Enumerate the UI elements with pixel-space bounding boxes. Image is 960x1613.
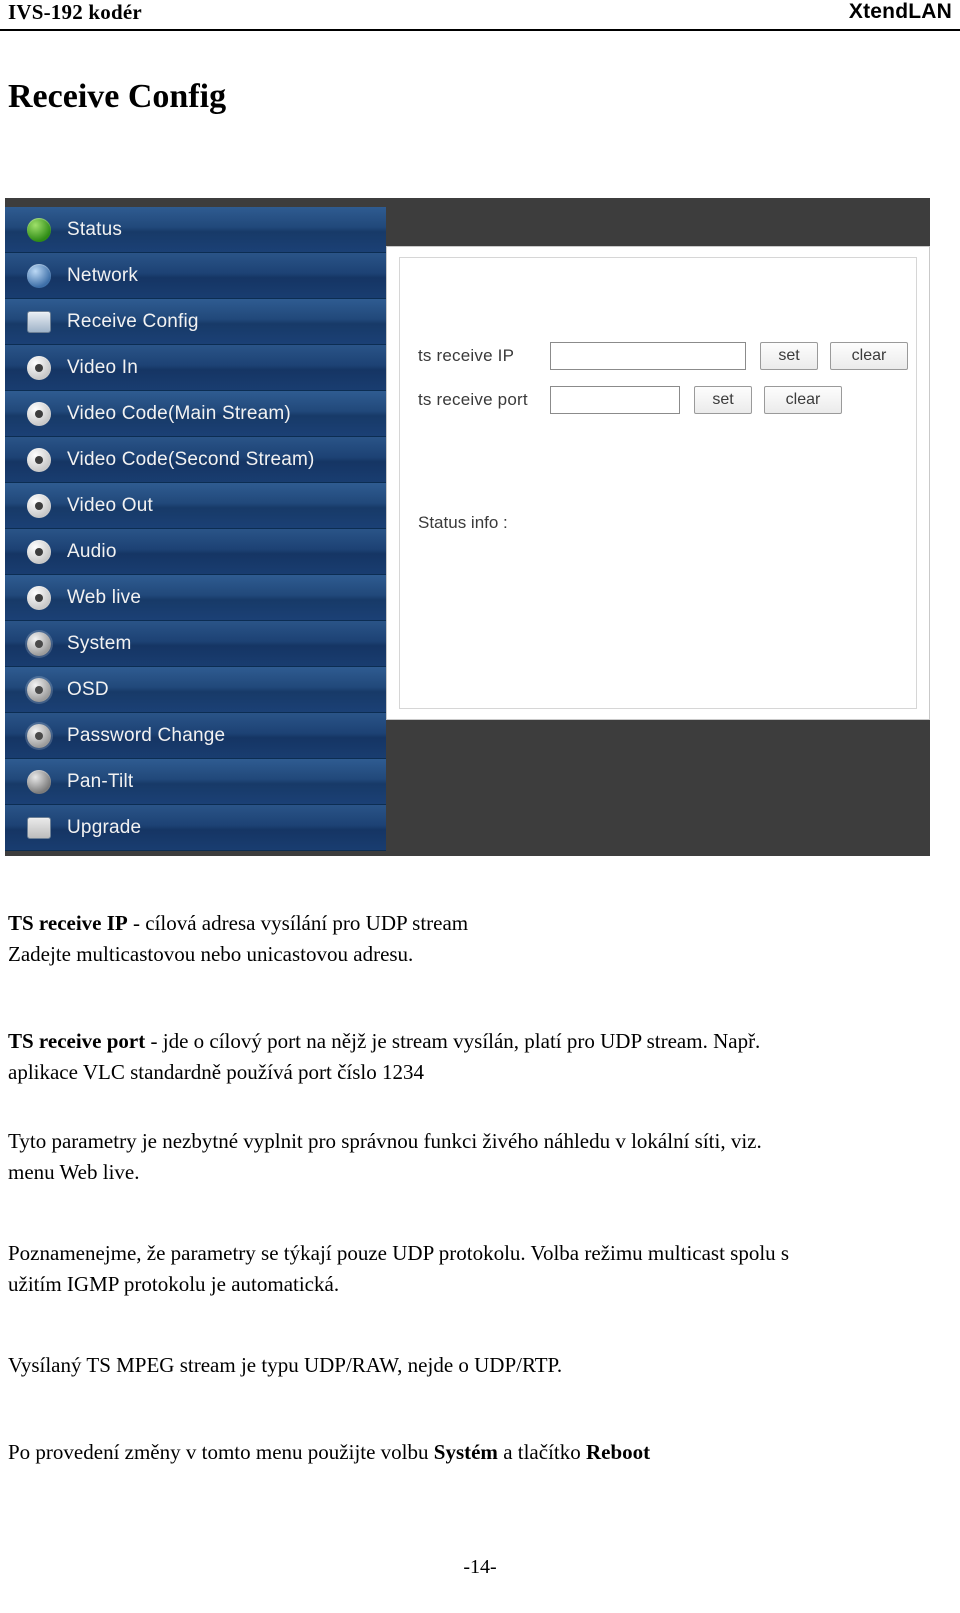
header-divider — [0, 29, 960, 31]
reboot-note-reboot: Reboot — [586, 1440, 651, 1464]
ts-receive-ip-clear-button[interactable]: clear — [830, 342, 908, 370]
sidebar-item-video-in[interactable]: Video In — [5, 345, 386, 391]
ts-receive-ip-set-button[interactable]: set — [760, 342, 818, 370]
para-line: Po provedení změny v tomto menu použijte… — [8, 1437, 952, 1468]
para-line: Zadejte multicastovou nebo unicastovou a… — [8, 942, 414, 966]
ts-receive-port-row: ts receive port set clear — [418, 386, 842, 414]
sidebar-item-label: Network — [67, 264, 139, 286]
reboot-note-a: Po provedení změny v tomto menu použijte… — [8, 1440, 434, 1464]
sidebar-item-video-out[interactable]: Video Out — [5, 483, 386, 529]
ts-receive-port-label: ts receive port — [418, 390, 528, 409]
content-panel-inner: ts receive IP set clear ts receive port … — [399, 257, 917, 709]
term-ts-receive-ip-desc: - cílová adresa vysílání pro UDP stream — [127, 911, 469, 935]
sidebar-item-upgrade[interactable]: Upgrade — [5, 805, 386, 851]
sidebar-item-pan-tilt[interactable]: Pan-Tilt — [5, 759, 386, 805]
sidebar-item-label: Pan-Tilt — [67, 770, 134, 792]
term-ts-receive-port-desc: - jde o cílový port na nějž je stream vy… — [145, 1029, 761, 1053]
sidebar-item-status[interactable]: Status — [5, 207, 386, 253]
video-in-icon — [27, 355, 51, 380]
sidebar-item-system[interactable]: System — [5, 621, 386, 667]
upgrade-icon — [27, 816, 51, 839]
para-line: Vysílaný TS MPEG stream je typu UDP/RAW,… — [8, 1353, 563, 1377]
paragraph-udp-note: Poznamenejme, že parametry se týkají pou… — [8, 1238, 952, 1300]
header-left-text: IVS-192 kodér — [8, 0, 142, 24]
sidebar-item-web-live[interactable]: Web live — [5, 575, 386, 621]
sidebar-item-password-change[interactable]: Password Change — [5, 713, 386, 759]
para-line: aplikace VLC standardně používá port čís… — [8, 1060, 425, 1084]
sidebar-item-label: Audio — [67, 540, 117, 562]
paragraph-reboot-note: Po provedení změny v tomto menu použijte… — [8, 1437, 952, 1468]
sidebar-item-network[interactable]: Network — [5, 253, 386, 299]
ts-receive-port-clear-button[interactable]: clear — [764, 386, 842, 414]
screenshot-sidebar: Status Network Receive Config Video In V… — [5, 207, 386, 851]
page-title: Receive Config — [8, 78, 227, 115]
page-header: IVS-192 kodér XtendLAN — [0, 0, 960, 30]
sidebar-item-label: OSD — [67, 678, 109, 700]
sidebar-item-video-code-main[interactable]: Video Code(Main Stream) — [5, 391, 386, 437]
sidebar-item-label: Receive Config — [67, 310, 199, 332]
sidebar-item-label: Video In — [67, 356, 138, 378]
reboot-note-system: Systém — [433, 1440, 498, 1464]
content-panel: ts receive IP set clear ts receive port … — [386, 246, 930, 720]
status-info-label: Status info : — [418, 513, 508, 532]
ts-receive-port-set-button[interactable]: set — [694, 386, 752, 414]
web-live-icon — [27, 585, 51, 610]
video-code-main-icon — [27, 401, 51, 426]
embedded-screenshot: ts receive IP set clear ts receive port … — [5, 198, 930, 856]
password-change-gear-icon — [27, 723, 51, 748]
sidebar-item-label: Web live — [67, 586, 142, 608]
para-line: užitím IGMP protokolu je automatická. — [8, 1272, 340, 1296]
term-ts-receive-ip: TS receive IP — [8, 911, 128, 935]
sidebar-item-label: Video Out — [67, 494, 153, 516]
sidebar-item-osd[interactable]: OSD — [5, 667, 386, 713]
system-gear-icon — [27, 631, 51, 656]
paragraph-ts-receive-port: TS receive port - jde o cílový port na n… — [8, 1026, 952, 1088]
status-icon — [27, 217, 51, 242]
audio-icon — [27, 539, 51, 564]
sidebar-item-audio[interactable]: Audio — [5, 529, 386, 575]
network-icon — [27, 263, 51, 288]
para-line: TS receive IP - cílová adresa vysílání p… — [8, 908, 952, 939]
sidebar-item-label: Upgrade — [67, 816, 142, 838]
ts-receive-port-input[interactable] — [550, 386, 680, 414]
paragraph-local-network-note: Tyto parametry je nezbytné vyplnit pro s… — [8, 1126, 952, 1188]
reboot-note-c: a tlačítko — [497, 1440, 586, 1464]
receive-config-icon — [27, 310, 51, 333]
header-brand: XtendLAN — [848, 0, 952, 23]
paragraph-udp-raw-note: Vysílaný TS MPEG stream je typu UDP/RAW,… — [8, 1350, 952, 1381]
video-out-icon — [27, 493, 51, 518]
sidebar-item-video-code-second[interactable]: Video Code(Second Stream) — [5, 437, 386, 483]
page-number: -14- — [463, 1556, 497, 1578]
para-line: Poznamenejme, že parametry se týkají pou… — [8, 1241, 790, 1265]
term-ts-receive-port: TS receive port — [8, 1029, 146, 1053]
sidebar-item-receive-config[interactable]: Receive Config — [5, 299, 386, 345]
para-line: menu Web live. — [8, 1160, 140, 1184]
ts-receive-ip-input[interactable] — [550, 342, 746, 370]
sidebar-item-label: Video Code(Second Stream) — [67, 448, 315, 470]
osd-gear-icon — [27, 677, 51, 702]
sidebar-item-label: System — [67, 632, 132, 654]
pan-tilt-icon — [27, 769, 51, 794]
sidebar-item-label: Password Change — [67, 724, 226, 746]
paragraph-ts-receive-ip: TS receive IP - cílová adresa vysílání p… — [8, 908, 952, 970]
sidebar-item-label: Video Code(Main Stream) — [67, 402, 291, 424]
ts-receive-ip-label: ts receive IP — [418, 346, 515, 365]
sidebar-item-label: Status — [67, 218, 123, 240]
ts-receive-ip-row: ts receive IP set clear — [418, 342, 908, 370]
video-code-second-icon — [27, 447, 51, 472]
para-line: Tyto parametry je nezbytné vyplnit pro s… — [8, 1129, 762, 1153]
para-line: TS receive port - jde o cílový port na n… — [8, 1026, 952, 1057]
